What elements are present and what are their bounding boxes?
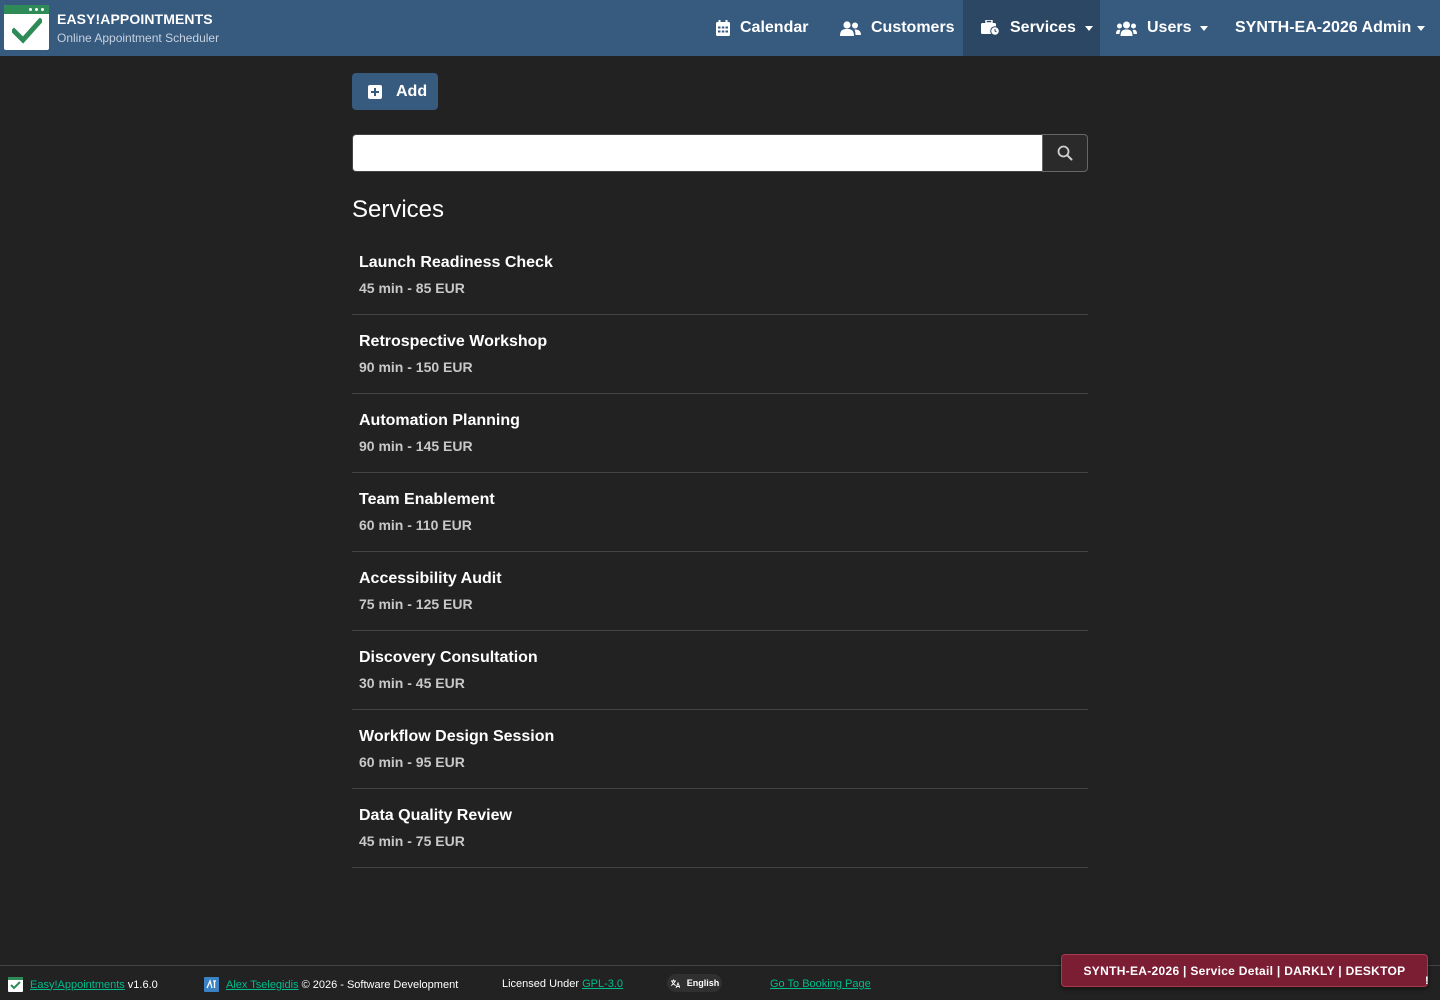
author-logo-icon bbox=[204, 977, 219, 992]
service-list-item[interactable]: Retrospective Workshop 90 min - 150 EUR bbox=[352, 315, 1088, 394]
service-list-item[interactable]: Workflow Design Session 60 min - 95 EUR bbox=[352, 710, 1088, 789]
app-title: EASY!APPOINTMENTS bbox=[57, 11, 213, 27]
app-logo[interactable] bbox=[4, 5, 49, 50]
language-label: English bbox=[686, 978, 720, 988]
language-icon bbox=[670, 979, 680, 988]
page-title: Services bbox=[352, 196, 445, 223]
logo-dot bbox=[41, 8, 44, 11]
calendar-icon bbox=[716, 20, 730, 36]
go-to-booking-link[interactable]: Go To Booking Page bbox=[770, 978, 871, 990]
users-icon bbox=[840, 20, 861, 36]
service-list-item[interactable]: Automation Planning 90 min - 145 EUR bbox=[352, 394, 1088, 473]
environment-badge: SYNTH-EA-2026 | Service Detail | DARKLY … bbox=[1061, 954, 1428, 987]
footer-author-info: Alex Tselegidis © 2026 - Software Develo… bbox=[204, 977, 458, 992]
footer-edge-text: ! bbox=[1425, 975, 1429, 987]
service-list-item[interactable]: Accessibility Audit 75 min - 125 EUR bbox=[352, 552, 1088, 631]
footer-app-info: Easy!Appointments v1.6.0 bbox=[8, 977, 158, 992]
service-duration-price: 45 min - 85 EUR bbox=[359, 280, 465, 296]
service-duration-price: 45 min - 75 EUR bbox=[359, 833, 465, 849]
add-service-button[interactable]: Add bbox=[352, 73, 438, 110]
service-list-item[interactable]: Discovery Consultation 30 min - 45 EUR bbox=[352, 631, 1088, 710]
service-name: Accessibility Audit bbox=[359, 570, 502, 587]
service-duration-price: 30 min - 45 EUR bbox=[359, 675, 465, 691]
service-name: Automation Planning bbox=[359, 412, 520, 429]
service-duration-price: 90 min - 150 EUR bbox=[359, 359, 473, 375]
users-group-icon bbox=[1116, 21, 1137, 36]
checkmark-icon bbox=[12, 18, 42, 44]
service-name: Workflow Design Session bbox=[359, 728, 555, 745]
footer-license: Licensed Under GPL-3.0 bbox=[502, 978, 623, 990]
service-duration-price: 90 min - 145 EUR bbox=[359, 438, 473, 454]
service-list-item[interactable]: Launch Readiness Check 45 min - 85 EUR bbox=[352, 236, 1088, 315]
nav-users[interactable]: Users bbox=[1116, 0, 1209, 56]
nav-calendar-label: Calendar bbox=[740, 19, 809, 36]
service-name: Discovery Consultation bbox=[359, 649, 538, 666]
service-name: Launch Readiness Check bbox=[359, 254, 553, 271]
account-name: SYNTH-EA-2026 Admin bbox=[1235, 19, 1412, 36]
nav-account-menu[interactable]: SYNTH-EA-2026 Admin bbox=[1235, 0, 1426, 56]
service-duration-price: 60 min - 95 EUR bbox=[359, 754, 465, 770]
business-time-icon bbox=[981, 20, 1000, 36]
service-list-item[interactable]: Team Enablement 60 min - 110 EUR bbox=[352, 473, 1088, 552]
footer-copyright: © 2026 - Software Development bbox=[301, 978, 459, 991]
chevron-down-icon bbox=[1200, 25, 1209, 31]
nav-users-label: Users bbox=[1147, 19, 1192, 36]
add-button-label: Add bbox=[396, 82, 428, 100]
nav-calendar[interactable]: Calendar bbox=[716, 0, 808, 56]
footer-license-prefix: Licensed Under bbox=[502, 978, 580, 990]
search-group bbox=[352, 134, 1088, 172]
search-icon bbox=[1057, 145, 1073, 161]
logo-dot bbox=[35, 8, 38, 11]
service-list-item[interactable]: Data Quality Review 45 min - 75 EUR bbox=[352, 789, 1088, 868]
nav-services-label: Services bbox=[1010, 19, 1076, 36]
language-selector[interactable]: English bbox=[667, 974, 722, 992]
service-name: Team Enablement bbox=[359, 491, 495, 508]
chevron-down-icon bbox=[1084, 25, 1093, 31]
nav-services[interactable]: Services bbox=[963, 0, 1100, 56]
services-list: Launch Readiness Check 45 min - 85 EUR R… bbox=[352, 236, 1088, 868]
nav-customers-label: Customers bbox=[871, 19, 955, 36]
service-name: Retrospective Workshop bbox=[359, 333, 548, 350]
search-input[interactable] bbox=[352, 134, 1043, 172]
service-duration-price: 75 min - 125 EUR bbox=[359, 596, 473, 612]
logo-calendar-bar bbox=[4, 5, 49, 14]
service-duration-price: 60 min - 110 EUR bbox=[359, 517, 472, 533]
top-navbar: EASY!APPOINTMENTS Online Appointment Sch… bbox=[0, 0, 1440, 56]
service-name: Data Quality Review bbox=[359, 807, 512, 824]
footer-author-link[interactable]: Alex Tselegidis bbox=[226, 979, 299, 991]
footer-app-link[interactable]: Easy!Appointments bbox=[30, 979, 125, 991]
nav-customers[interactable]: Customers bbox=[840, 0, 955, 56]
footer-license-link[interactable]: GPL-3.0 bbox=[582, 978, 623, 990]
footer-booking: Go To Booking Page bbox=[770, 978, 871, 990]
chevron-down-icon bbox=[1417, 25, 1426, 31]
footer-version: v1.6.0 bbox=[127, 978, 158, 991]
search-button[interactable] bbox=[1042, 134, 1088, 172]
logo-dot bbox=[29, 8, 32, 11]
app-subtitle: Online Appointment Scheduler bbox=[57, 31, 220, 45]
app-logo-small-icon bbox=[8, 977, 23, 992]
plus-square-icon bbox=[368, 84, 382, 99]
